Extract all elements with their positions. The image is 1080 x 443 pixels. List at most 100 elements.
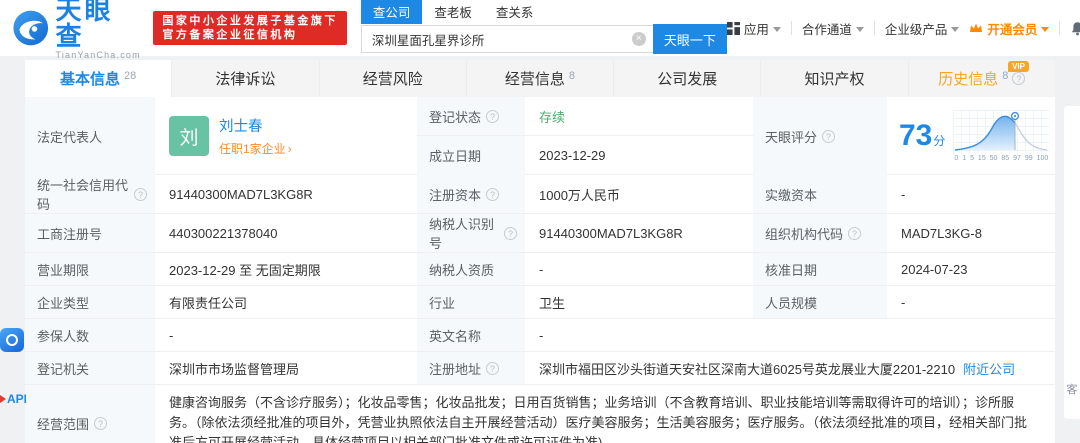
search-input[interactable]	[360, 25, 653, 53]
clear-search-icon[interactable]: ×	[631, 32, 646, 46]
search-tab-relation[interactable]: 查关系	[484, 0, 546, 24]
search-tab-company[interactable]: 查公司	[360, 0, 423, 24]
help-icon[interactable]: ?	[486, 109, 500, 123]
business-scope-value: 健康咨询服务（不含诊疗服务）；化妆品零售；化妆品批发；日用百货销售；业务培训（不…	[169, 395, 1028, 443]
tab-company-development[interactable]: 公司发展	[614, 60, 762, 97]
field-label-taxpayer-id: 纳税人识别号 ?	[417, 214, 525, 252]
field-label-staff-size: 人员规模	[753, 286, 887, 318]
label-text: 纳税人资质	[429, 262, 495, 278]
field-label-legal-rep: 法定代表人	[25, 97, 155, 175]
org-code-value: MAD7L3KG-8	[901, 225, 982, 241]
axis-tick: 85	[1001, 155, 1010, 162]
company-type-value: 有限责任公司	[169, 295, 248, 311]
help-icon[interactable]: ?	[504, 226, 517, 240]
label-text: 工商注册号	[37, 226, 103, 242]
field-label-reg-authority: 登记机关	[25, 352, 155, 384]
taxpayer-id-value: 91440300MAD7L3KG8R	[539, 225, 683, 241]
table-row: 登记机关 深圳市市场监督管理局 注册地址 ? 深圳市福田区沙头街道天安社区深南大…	[25, 352, 1055, 385]
app-icon-glyph	[6, 334, 18, 346]
table-row: 法定代表人 刘 刘士春 任职1家企业 › 登记状态 ? 存续 成立日期 2023…	[25, 97, 1055, 175]
app-download-float-widget[interactable]: APP	[0, 328, 26, 406]
axis-tick: 5	[970, 155, 974, 162]
table-row: 经营范围 ? 健康咨询服务（不含诊疗服务）；化妆品零售；化妆品批发；日用百货销售…	[25, 385, 1055, 443]
caret-down-icon	[951, 26, 960, 32]
reg-capital-value: 1000万人民币	[539, 187, 620, 203]
tab-history-info[interactable]: VIP 历史信息 8 ?	[909, 60, 1055, 97]
tianyancha-logo[interactable]: 天眼查 TianYanCha.com	[12, 0, 141, 60]
english-name-value: -	[539, 327, 544, 343]
help-icon[interactable]: ?	[486, 187, 500, 201]
notification-bell[interactable]	[1070, 21, 1080, 36]
help-icon[interactable]: ?	[134, 187, 147, 201]
table-row: 营业期限 2023-12-29 至 无固定期限 纳税人资质 - 核准日期 202…	[25, 253, 1055, 286]
table-row: 企业类型 有限责任公司 行业 卫生 人员规模 -	[25, 286, 1055, 319]
label-text: 成立日期	[429, 149, 482, 164]
help-icon[interactable]: ?	[486, 361, 500, 375]
field-label-insured-count: 参保人数	[25, 319, 155, 351]
legal-rep-name-link[interactable]: 刘士春	[219, 115, 292, 136]
play-icon	[0, 395, 6, 403]
chevron-right-icon: ›	[287, 142, 292, 156]
credit-code-value: 91440300MAD7L3KG8R	[169, 186, 313, 202]
tab-label: 知识产权	[804, 71, 865, 88]
nav-divider	[1059, 21, 1061, 35]
score-distribution-chart: 0 1 5 15 50 85 97 99 100	[953, 110, 1050, 162]
nav-enterprise-products[interactable]: 企业级产品	[885, 19, 960, 38]
score-value-cell: 73分 0 1 5 15 50 85 97 99 100	[887, 97, 1055, 175]
insured-count-value: -	[169, 327, 174, 343]
search-row: × 天眼一下	[360, 24, 727, 54]
axis-tick: 0	[954, 155, 959, 162]
nav-apps-label: 应用	[743, 22, 769, 37]
nav-membership-label: 开通会员	[987, 22, 1038, 37]
table-row: 登记状态 ? 存续	[417, 97, 753, 136]
top-header: 天眼查 TianYanCha.com 国家中小企业发展子基金旗下 官方备案企业征…	[0, 0, 1080, 60]
search-button[interactable]: 天眼一下	[652, 24, 727, 54]
score-unit: 分	[933, 134, 946, 148]
field-label-business-term: 营业期限	[25, 253, 155, 285]
nav-apps[interactable]: 应用	[726, 19, 781, 38]
tab-intellectual-property[interactable]: 知识产权	[761, 60, 909, 97]
nearby-companies-link[interactable]: 附近公司	[963, 359, 1015, 378]
tianyancha-app-icon[interactable]	[0, 328, 24, 352]
nav-partner-label: 合作通道	[801, 22, 852, 37]
legal-rep-avatar[interactable]: 刘	[169, 116, 209, 156]
tab-business-risk[interactable]: 经营风险	[320, 60, 467, 97]
tab-count: 8	[568, 69, 576, 82]
field-label-score: 天眼评分 ?	[753, 97, 887, 175]
establish-date-value: 2023-12-29	[539, 148, 606, 163]
status-date-stack: 登记状态 ? 存续 成立日期 2023-12-29	[417, 97, 753, 175]
reg-authority-value: 深圳市市场监督管理局	[169, 361, 300, 377]
field-label-company-type: 企业类型	[25, 286, 155, 318]
axis-tick: 99	[1024, 155, 1033, 162]
label-text: 纳税人识别号	[429, 217, 495, 251]
reg-status-value: 存续	[539, 109, 566, 125]
tab-legal-litigation[interactable]: 法律诉讼	[172, 60, 320, 97]
logo-title: 天眼查	[55, 0, 114, 51]
score-value: 73	[899, 119, 933, 152]
industry-value: 卫生	[539, 295, 566, 311]
nav-open-membership[interactable]: 开通会员	[969, 19, 1050, 38]
nav-enterprise-label: 企业级产品	[884, 22, 948, 37]
tab-label: 基本信息	[60, 71, 121, 88]
bell-icon	[1072, 21, 1080, 35]
help-icon[interactable]: ?	[94, 416, 108, 430]
axis-tick: 15	[977, 155, 986, 162]
top-nav: 应用 合作通道 企业级产品 开通会员	[726, 19, 1080, 38]
axis-tick: 1	[962, 155, 967, 162]
tab-basic-info[interactable]: 基本信息 28	[25, 60, 173, 97]
help-icon[interactable]: ?	[822, 129, 836, 143]
nav-partner-channel[interactable]: 合作通道	[802, 19, 864, 38]
customer-service-float-panel[interactable]: 客	[1063, 105, 1080, 420]
business-term-value: 2023-12-29 至 无固定期限	[169, 262, 321, 278]
help-icon[interactable]: ?	[848, 226, 862, 240]
legal-rep-companies-link[interactable]: 任职1家企业 ›	[219, 140, 292, 157]
crown-icon	[970, 23, 983, 32]
reg-number-value: 440300221378040	[169, 225, 278, 241]
tab-business-info[interactable]: 经营信息 8	[467, 60, 615, 97]
label-text: 登记状态	[429, 109, 482, 125]
legal-rep-cell: 刘 刘士春 任职1家企业 ›	[155, 97, 417, 175]
help-icon[interactable]: ?	[1012, 72, 1026, 85]
field-label-reg-capital: 注册资本 ?	[417, 175, 525, 213]
logo-text: 天眼查 TianYanCha.com	[55, 0, 141, 60]
search-tab-boss[interactable]: 查老板	[422, 0, 484, 24]
